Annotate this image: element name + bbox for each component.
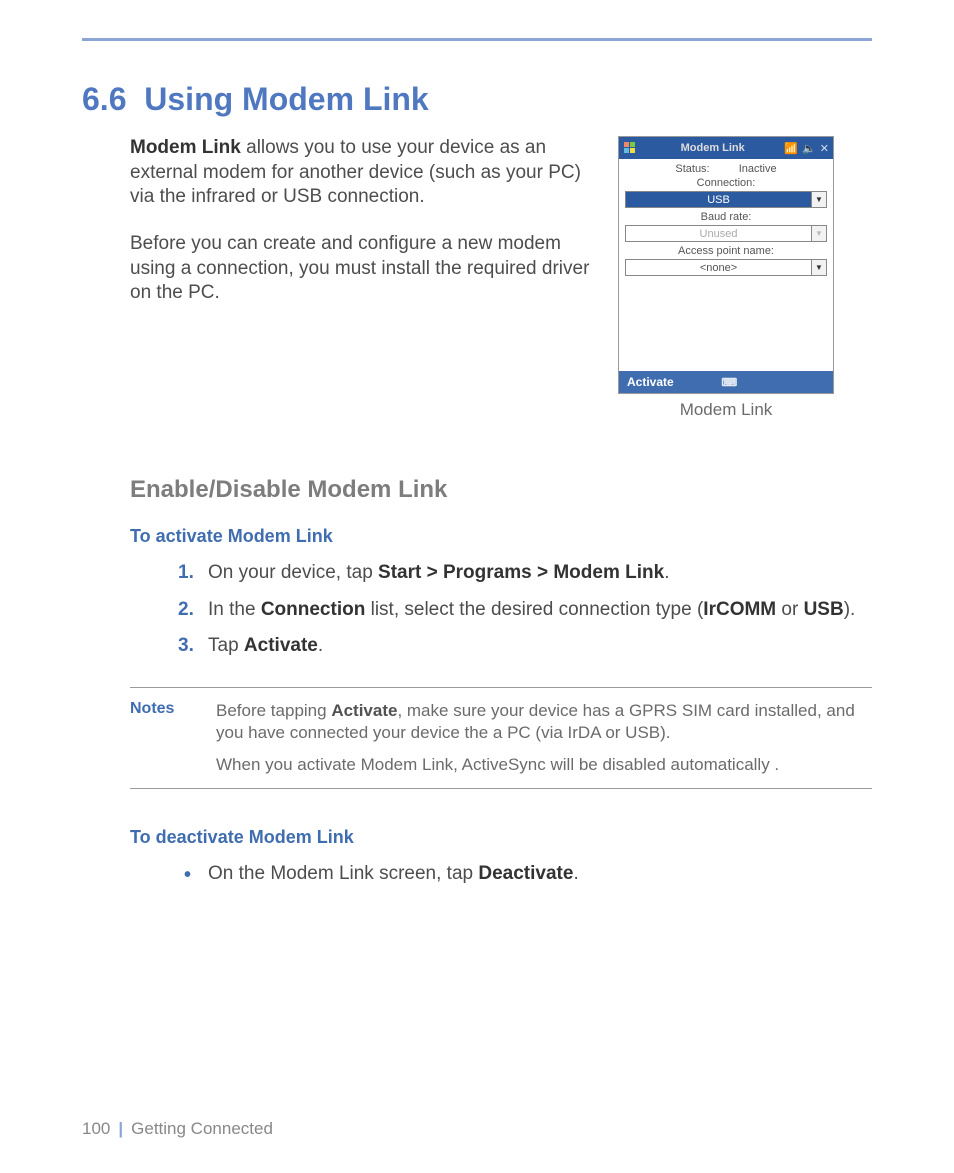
- status-label: Status:: [675, 163, 709, 175]
- apn-dropdown[interactable]: <none> ▼: [625, 259, 827, 276]
- connection-dropdown[interactable]: USB ▼: [625, 191, 827, 208]
- page-number: 100: [82, 1119, 110, 1139]
- activate-steps: On your device, tap Start > Programs > M…: [178, 561, 872, 659]
- section-title-text: Using Modem Link: [144, 81, 428, 117]
- step-2-bold-1: Connection: [261, 599, 366, 620]
- volume-icon: 🔈: [802, 142, 816, 155]
- notes-label: Notes: [130, 700, 194, 776]
- note-2: When you activate Modem Link, ActiveSync…: [216, 754, 872, 776]
- step-2-bold-3: USB: [804, 599, 844, 620]
- note-1-a: Before tapping: [216, 701, 331, 720]
- intro-lead-term: Modem Link: [130, 137, 241, 158]
- device-titlebar: Modem Link 📶 🔈 ✕: [619, 137, 833, 159]
- device-footer: Activate ⌨: [619, 371, 833, 393]
- notes-block: Notes Before tapping Activate, make sure…: [130, 687, 872, 789]
- screenshot-caption: Modem Link: [618, 400, 834, 420]
- deact-text-c: .: [573, 863, 578, 884]
- notes-body: Before tapping Activate, make sure your …: [216, 700, 872, 776]
- connection-value: USB: [626, 194, 811, 206]
- step-1: On your device, tap Start > Programs > M…: [178, 561, 872, 586]
- page-footer: 100 | Getting Connected: [82, 1119, 273, 1139]
- apn-label: Access point name:: [678, 245, 774, 257]
- chevron-down-icon: ▼: [811, 226, 826, 241]
- chevron-down-icon: ▼: [811, 260, 826, 275]
- activate-heading: To activate Modem Link: [130, 526, 872, 547]
- activate-button[interactable]: Activate: [627, 375, 674, 389]
- chapter-name: Getting Connected: [131, 1119, 273, 1139]
- note-1-bold: Activate: [331, 701, 397, 720]
- deact-text-a: On the Modem Link screen, tap: [208, 863, 478, 884]
- deactivate-heading: To deactivate Modem Link: [130, 827, 872, 848]
- subsection-heading: Enable/Disable Modem Link: [130, 476, 872, 504]
- step-1-bold: Start > Programs > Modem Link: [378, 562, 664, 583]
- screenshot-figure: Modem Link 📶 🔈 ✕ Status: Inactive Connec…: [618, 136, 834, 420]
- deactivate-list: On the Modem Link screen, tap Deactivate…: [178, 862, 872, 887]
- intro-text: Modem Link allows you to use your device…: [130, 136, 590, 328]
- step-2-text-e: or: [776, 599, 803, 620]
- step-2-text-c: list, select the desired connection type…: [365, 599, 703, 620]
- step-1-text-a: On your device, tap: [208, 562, 378, 583]
- intro-paragraph-2: Before you can create and configure a ne…: [130, 232, 590, 306]
- apn-value: <none>: [626, 262, 811, 274]
- device-screenshot: Modem Link 📶 🔈 ✕ Status: Inactive Connec…: [618, 136, 834, 394]
- keyboard-icon[interactable]: ⌨: [721, 376, 737, 389]
- step-2-text-g: ).: [844, 599, 856, 620]
- baud-dropdown: Unused ▼: [625, 225, 827, 242]
- step-2-text-a: In the: [208, 599, 261, 620]
- connection-label: Connection:: [697, 177, 756, 189]
- intro-paragraph-1: Modem Link allows you to use your device…: [130, 136, 590, 210]
- section-heading: 6.6 Using Modem Link: [82, 81, 872, 118]
- top-rule: [82, 38, 872, 41]
- signal-icon: 📶: [784, 142, 798, 155]
- windows-logo-icon: [623, 141, 637, 155]
- deact-bold: Deactivate: [478, 863, 573, 884]
- section-number: 6.6: [82, 81, 126, 117]
- close-icon: ✕: [820, 142, 829, 155]
- step-3: Tap Activate.: [178, 634, 872, 659]
- step-2-bold-2: IrCOMM: [703, 599, 776, 620]
- device-status-icons: 📶 🔈 ✕: [784, 142, 829, 155]
- device-title-text: Modem Link: [641, 142, 784, 154]
- baud-label: Baud rate:: [701, 211, 752, 223]
- baud-value: Unused: [626, 228, 811, 240]
- step-3-bold: Activate: [244, 635, 318, 656]
- status-row: Status: Inactive: [625, 163, 827, 175]
- note-1: Before tapping Activate, make sure your …: [216, 700, 872, 744]
- deactivate-bullet: On the Modem Link screen, tap Deactivate…: [178, 862, 872, 887]
- step-1-text-c: .: [664, 562, 669, 583]
- step-3-text-a: Tap: [208, 635, 244, 656]
- footer-separator: |: [118, 1119, 123, 1139]
- step-2: In the Connection list, select the desir…: [178, 598, 872, 623]
- step-3-text-c: .: [318, 635, 323, 656]
- status-value: Inactive: [739, 163, 777, 175]
- chevron-down-icon: ▼: [811, 192, 826, 207]
